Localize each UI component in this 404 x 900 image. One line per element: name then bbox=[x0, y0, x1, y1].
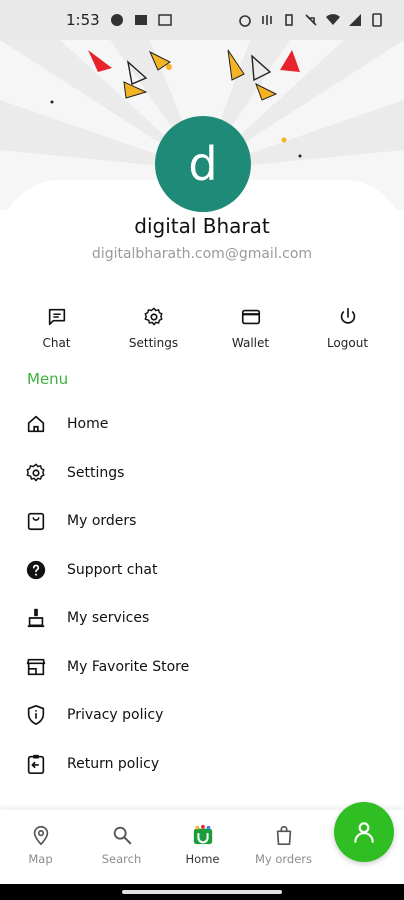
menu-list: Home Settings My orders Support chat My … bbox=[0, 400, 404, 788]
store-icon bbox=[26, 658, 46, 675]
menu-item-support-chat[interactable]: Support chat bbox=[0, 546, 404, 595]
menu-label: Settings bbox=[67, 464, 125, 481]
system-gesture-bar bbox=[0, 884, 404, 900]
return-clipboard-icon bbox=[27, 754, 45, 774]
alarm-icon bbox=[239, 15, 251, 27]
app-logo-icon bbox=[193, 824, 212, 845]
wallet-icon bbox=[241, 309, 260, 325]
nav-map[interactable]: Map bbox=[0, 810, 81, 884]
logout-label: Logout bbox=[326, 336, 369, 350]
wallet-label: Wallet bbox=[231, 336, 270, 350]
settings-button[interactable]: Settings bbox=[109, 306, 199, 350]
menu-item-settings[interactable]: Settings bbox=[0, 449, 404, 498]
gear-icon bbox=[26, 463, 45, 482]
user-name: digital Bharat bbox=[134, 214, 270, 238]
map-pin-icon bbox=[33, 825, 48, 846]
shopping-bag-icon bbox=[276, 825, 291, 845]
menu-item-my-favorite-store[interactable]: My Favorite Store bbox=[0, 643, 404, 692]
settings-label: Settings bbox=[128, 336, 179, 350]
chat-label: Chat bbox=[42, 336, 71, 350]
signal-icon bbox=[349, 14, 361, 26]
nav-home[interactable]: Home bbox=[162, 810, 243, 884]
message-notification-icon bbox=[157, 14, 172, 26]
menu-item-home[interactable]: Home bbox=[0, 400, 404, 449]
menu-label: Privacy policy bbox=[67, 707, 164, 724]
logout-button[interactable]: Logout bbox=[303, 306, 393, 350]
shopping-bag-icon bbox=[27, 513, 45, 531]
battery-icon bbox=[372, 13, 382, 27]
cleaning-brush-icon bbox=[27, 609, 45, 628]
wifi-icon bbox=[326, 14, 340, 25]
menu-label: Return policy bbox=[67, 755, 160, 772]
nav-my-orders[interactable]: My orders bbox=[243, 810, 324, 884]
menu-label: Support chat bbox=[67, 561, 158, 578]
user-email: digitalbharath.com@gmail.com bbox=[91, 246, 313, 262]
gear-icon bbox=[144, 307, 163, 326]
menu-label: My orders bbox=[67, 513, 137, 530]
search-icon bbox=[113, 826, 131, 845]
menu-item-my-services[interactable]: My services bbox=[0, 594, 404, 643]
home-icon bbox=[27, 416, 45, 433]
vibrate-icon bbox=[285, 14, 293, 26]
menu-item-my-orders[interactable]: My orders bbox=[0, 497, 404, 546]
nav-label: My orders bbox=[254, 852, 313, 866]
wallet-button[interactable]: Wallet bbox=[206, 306, 296, 350]
menu-heading: Menu bbox=[27, 370, 69, 388]
shield-info-icon bbox=[27, 705, 45, 726]
status-time: 1:53 bbox=[66, 11, 100, 29]
app-notification-icon bbox=[110, 14, 123, 26]
profile-fab-button[interactable] bbox=[334, 802, 394, 862]
person-icon bbox=[354, 822, 374, 843]
quick-actions: Chat Settings Wallet Logout bbox=[0, 306, 404, 350]
chat-icon bbox=[48, 308, 65, 326]
nfc-icon bbox=[262, 15, 272, 25]
nav-search[interactable]: Search bbox=[81, 810, 162, 884]
help-circle-icon bbox=[26, 560, 46, 579]
mute-icon bbox=[305, 14, 317, 26]
home-gesture-handle[interactable] bbox=[122, 890, 282, 894]
menu-label: My Favorite Store bbox=[67, 658, 190, 675]
status-bar: 1:53 bbox=[0, 0, 404, 40]
menu-item-privacy-policy[interactable]: Privacy policy bbox=[0, 691, 404, 740]
image-notification-icon bbox=[134, 15, 147, 25]
menu-label: My services bbox=[67, 610, 150, 627]
nav-label: Home bbox=[185, 852, 220, 866]
avatar[interactable]: d bbox=[155, 116, 251, 212]
power-icon bbox=[340, 307, 355, 324]
menu-item-return-policy[interactable]: Return policy bbox=[0, 740, 404, 789]
chat-button[interactable]: Chat bbox=[12, 306, 102, 350]
nav-label: Map bbox=[28, 852, 53, 866]
nav-label: Search bbox=[101, 852, 142, 866]
menu-label: Home bbox=[67, 416, 109, 433]
